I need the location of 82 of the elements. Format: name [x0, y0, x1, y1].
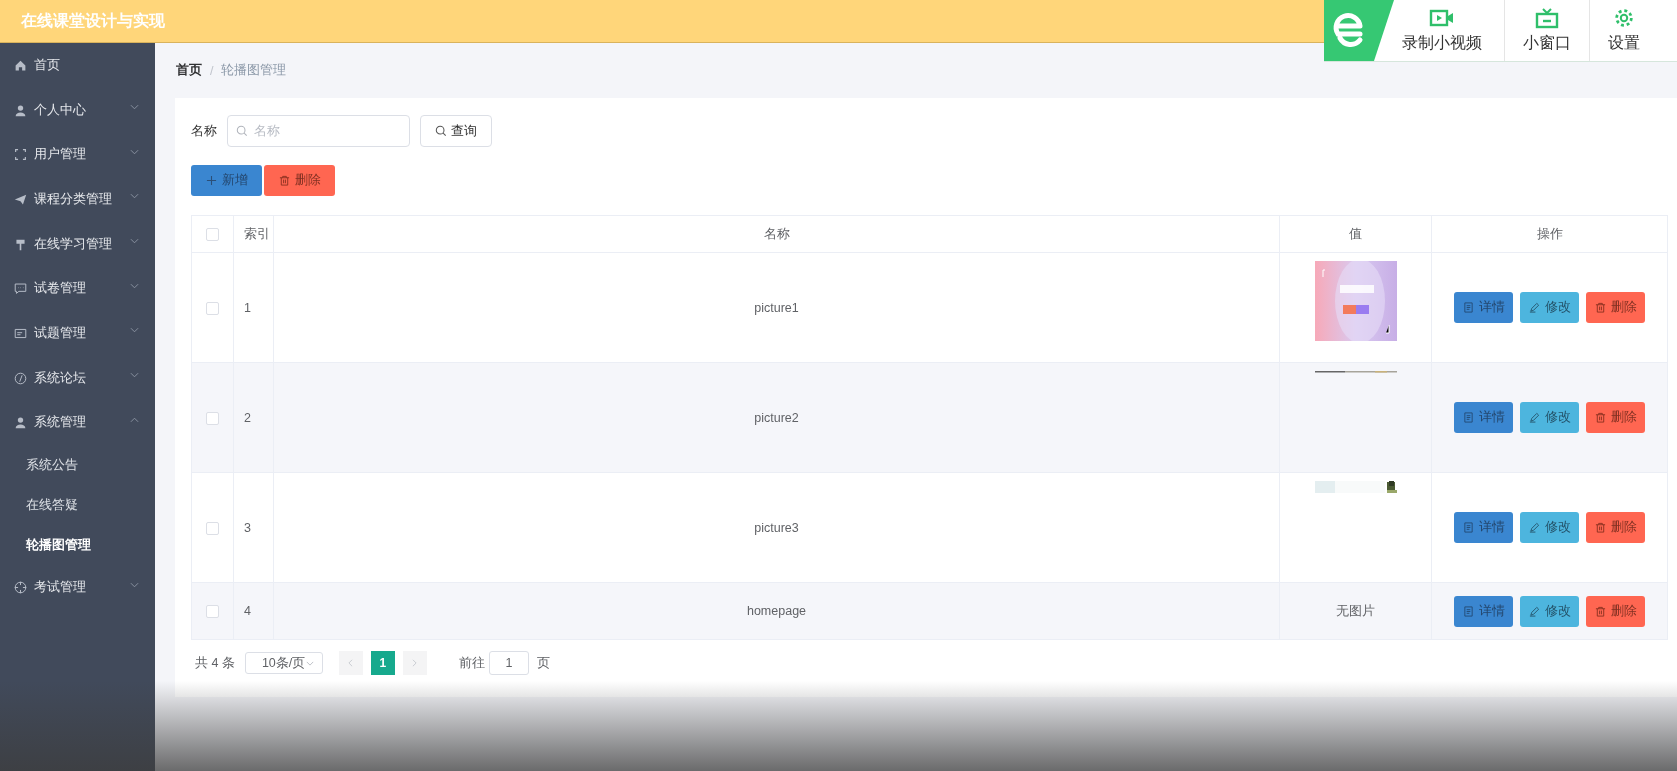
column-header: 操作 — [1431, 215, 1668, 253]
sidebar-item[interactable]: 个人中心 — [0, 87, 155, 133]
edit-button[interactable]: 修改 — [1520, 595, 1579, 627]
sidebar-item[interactable]: 试题管理 — [0, 311, 155, 356]
sidebar-item[interactable]: 在线学习管理 — [0, 221, 155, 267]
checkbox[interactable] — [206, 605, 219, 619]
sidebar-subitem[interactable]: 轮播图管理 — [0, 525, 155, 566]
sidebar-item[interactable]: 首页 — [0, 43, 155, 88]
sidebar-subitem[interactable]: 在线答疑 — [0, 485, 155, 526]
document-icon — [1462, 412, 1474, 423]
chevron-right-icon — [412, 659, 418, 667]
page-suffix: 页 — [536, 654, 550, 672]
toolbar-button[interactable]: 小窗口 — [1504, 0, 1589, 61]
page-input[interactable]: 1 — [488, 651, 529, 675]
table-cell: picture2 — [273, 362, 1280, 473]
tv-icon — [1534, 7, 1560, 29]
search-icon — [435, 125, 447, 137]
user-icon — [14, 103, 27, 117]
sidebar-item[interactable]: 系统论坛 — [0, 355, 155, 401]
app-title: 在线课堂设计与实现 — [21, 10, 165, 31]
plane-icon — [14, 192, 27, 206]
document-icon — [1462, 605, 1474, 617]
page-size-select[interactable]: 10条/页 — [244, 652, 323, 674]
checkbox[interactable] — [206, 521, 219, 535]
pencil-icon — [1528, 522, 1540, 533]
column-header: 名称 — [273, 215, 1280, 253]
sidebar-item[interactable]: 考试管理 — [0, 565, 155, 610]
table-cell: picture1 — [273, 252, 1280, 363]
home-icon — [14, 58, 27, 72]
next-page-button[interactable] — [402, 651, 427, 675]
breadcrumb-link[interactable]: 首页 — [176, 62, 202, 79]
column-header: 索引 — [233, 215, 274, 253]
breadcrumb-separator: / — [210, 63, 214, 78]
table-cell: 1 — [233, 252, 274, 363]
search-button[interactable]: 查询 — [420, 115, 492, 147]
pencil-icon — [1528, 605, 1540, 617]
chat-icon — [14, 282, 27, 296]
pencil-icon — [1528, 412, 1540, 423]
table-cell: picture3 — [273, 472, 1280, 583]
document-icon — [1462, 522, 1474, 533]
pin-icon — [14, 237, 27, 251]
table-cell: 2 — [233, 362, 274, 473]
checkbox[interactable] — [206, 301, 219, 315]
search-field[interactable]: 名称 — [227, 115, 410, 147]
checkbox[interactable] — [206, 411, 219, 425]
goto-label: 前往 — [458, 654, 485, 672]
frame-icon — [14, 148, 27, 162]
sidebar-item[interactable]: 课程分类管理 — [0, 177, 155, 222]
field-label: 名称 — [191, 122, 217, 140]
sidebar-subitem[interactable]: 系统公告 — [0, 445, 155, 486]
table-cell: 无图片 — [1336, 603, 1375, 618]
trash-icon — [1594, 412, 1606, 423]
trash-icon — [1594, 605, 1606, 617]
trash-icon — [1594, 302, 1606, 313]
pencil-icon — [1528, 302, 1540, 313]
target-icon — [14, 581, 27, 595]
table-cell: 3 — [233, 472, 274, 583]
compass-icon — [14, 371, 27, 385]
chevron-icon — [305, 660, 314, 666]
column-header: 值 — [1279, 215, 1432, 253]
video-icon — [1429, 7, 1455, 29]
table-cell: homepage — [273, 582, 1280, 640]
previous-page-button[interactable] — [338, 651, 363, 675]
card-icon — [14, 326, 27, 340]
sidebar-item[interactable]: 系统管理 — [0, 400, 155, 446]
table-cell: 4 — [233, 582, 274, 640]
sidebar-item[interactable]: 试卷管理 — [0, 266, 155, 312]
trash-icon — [1594, 522, 1606, 533]
edit-button[interactable]: 修改 — [1520, 512, 1579, 543]
trash-icon — [278, 175, 290, 186]
search-icon — [236, 125, 248, 137]
chevron-left-icon — [348, 659, 354, 667]
toolbar-button[interactable]: 设置 — [1589, 0, 1658, 61]
edit-button[interactable]: 修改 — [1520, 402, 1579, 433]
edit-button[interactable]: 修改 — [1520, 292, 1579, 323]
toolbar-button[interactable]: 录制小视频 — [1394, 0, 1504, 61]
total-count: 共 4 条 — [195, 654, 235, 672]
plus-icon — [205, 175, 217, 186]
checkbox[interactable] — [206, 228, 219, 242]
sidebar-item[interactable]: 用户管理 — [0, 132, 155, 178]
user-icon — [14, 416, 27, 430]
document-icon — [1462, 302, 1474, 313]
